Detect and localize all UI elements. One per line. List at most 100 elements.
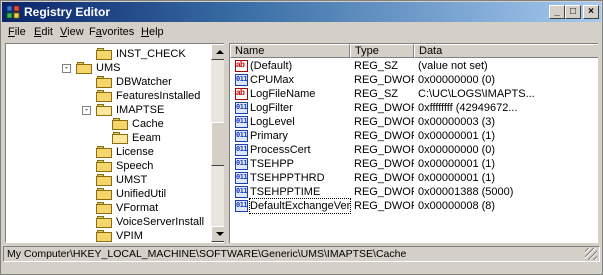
menu-bar: File Edit View Favorites Help — [2, 23, 601, 41]
table-row[interactable]: 011LogFilter REG_DWORD 0xffffffff (4294967… — [230, 101, 598, 115]
value-name: CPUMax — [250, 74, 295, 86]
menu-edit-rest: dit — [41, 26, 53, 38]
string-value-icon: ab — [235, 60, 248, 72]
value-type: REG_DWORD — [354, 130, 414, 142]
table-row[interactable]: 011TSEHPPTIME REG_DWORD 0x00001388 (5000) — [230, 185, 598, 199]
value-data: 0x00000008 (8) — [418, 200, 496, 212]
tree-node-label: FeaturesInstalled — [116, 90, 201, 102]
folder-icon — [96, 76, 112, 88]
scroll-up-button[interactable] — [211, 44, 224, 60]
table-row[interactable]: ab (Default) REG_SZ (value not set) — [230, 59, 598, 73]
menu-file-rest: ile — [14, 26, 26, 38]
folder-icon — [96, 188, 112, 200]
folder-icon — [96, 48, 112, 60]
tree-node-label: VoiceServerInstall — [116, 216, 205, 228]
value-type: REG_SZ — [354, 88, 399, 100]
title-bar[interactable]: Registry Editor _ □ × — [2, 2, 601, 22]
binary-value-icon: 011 — [235, 130, 248, 142]
arrow-up-icon — [216, 50, 224, 54]
value-type: REG_DWORD — [354, 74, 414, 86]
value-data: (value not set) — [418, 60, 488, 72]
tree-node-label: Eeam — [132, 132, 161, 144]
column-name[interactable]: Name — [230, 44, 350, 58]
tree-node-label: VPIM — [116, 230, 143, 242]
main-panes: INST_CHECK - UMS DBWatcher FeaturesInstalled… — [5, 43, 598, 243]
menu-view-rest: iew — [67, 26, 84, 38]
tree-node-label: VFormat — [116, 202, 159, 214]
column-type[interactable]: Type — [350, 44, 414, 58]
value-name: LogFileName — [250, 88, 316, 100]
status-path: My Computer\HKEY_LOCAL_MACHINE\SOFTWARE\… — [7, 248, 407, 260]
value-name: DefaultExchangeVersion — [249, 198, 351, 214]
value-data: 0x00000001 (1) — [418, 158, 496, 170]
table-row[interactable]: 011TSEHPPTHRD REG_DWORD 0x00000001 (1) — [230, 171, 598, 185]
value-name: TSEHPP — [250, 158, 295, 170]
folder-icon — [96, 90, 112, 102]
menu-help-rest: elp — [148, 26, 164, 38]
key-tree[interactable]: INST_CHECK - UMS DBWatcher FeaturesInstalled… — [5, 43, 224, 243]
binary-value-icon: 011 — [235, 200, 248, 212]
column-data[interactable]: Data — [414, 44, 598, 58]
menu-favorites[interactable]: Favorites — [89, 26, 134, 38]
binary-value-icon: 011 — [235, 158, 248, 170]
table-row[interactable]: 011CPUMax REG_DWORD 0x00000000 (0) — [230, 73, 598, 87]
resize-grip-icon[interactable] — [585, 248, 597, 260]
registry-editor-icon — [6, 5, 20, 19]
collapse-icon[interactable]: - — [62, 64, 71, 73]
scroll-thumb[interactable] — [211, 122, 224, 166]
binary-value-icon: 011 — [235, 74, 248, 86]
folder-icon — [96, 174, 112, 186]
tree-node-label: IMAPTSE — [116, 104, 165, 116]
folder-icon — [112, 132, 128, 144]
table-row[interactable]: 011Primary REG_DWORD 0x00000001 (1) — [230, 129, 598, 143]
menu-file-mnemonic: F — [8, 26, 15, 38]
values-list[interactable]: Name Type Data ab (Default) REG_SZ (value n… — [229, 43, 598, 243]
binary-value-icon: 011 — [235, 144, 248, 156]
menu-favorites-pre: F — [89, 26, 96, 38]
value-type: REG_DWORD — [354, 186, 414, 198]
status-bar: My Computer\HKEY_LOCAL_MACHINE\SOFTWARE\… — [3, 246, 600, 262]
maximize-button[interactable]: □ — [565, 5, 581, 19]
binary-value-icon: 011 — [235, 116, 248, 128]
menu-help[interactable]: Help — [141, 26, 164, 38]
table-row[interactable]: ab LogFileName REG_SZ C:\UC\LOGS\IMAPTS... — [230, 87, 598, 101]
folder-icon — [96, 160, 112, 172]
table-row[interactable]: 011TSEHPP REG_DWORD 0x00000001 (1) — [230, 157, 598, 171]
string-value-icon: ab — [235, 88, 248, 100]
value-data: 0x00000000 (0) — [418, 144, 496, 156]
binary-value-icon: 011 — [235, 172, 248, 184]
value-type: REG_SZ — [354, 60, 399, 72]
tree-node-label: Cache — [132, 118, 164, 130]
tree-node-label: License — [116, 146, 154, 158]
value-data: 0x00000001 (1) — [418, 130, 496, 142]
folder-icon — [96, 202, 112, 214]
value-type: REG_DWORD — [354, 200, 414, 212]
window-title: Registry Editor — [24, 5, 111, 19]
tree-scrollbar[interactable] — [211, 44, 224, 242]
table-row[interactable]: 011LogLevel REG_DWORD 0x00000003 (3) — [230, 115, 598, 129]
table-row[interactable]: 011ProcessCert REG_DWORD 0x00000000 (0) — [230, 143, 598, 157]
menu-edit[interactable]: Edit — [34, 26, 53, 38]
value-name: (Default) — [250, 60, 293, 72]
table-row[interactable]: 011DefaultExchangeVersionREG_DWORD 0x0000… — [230, 198, 598, 214]
collapse-icon[interactable]: - — [82, 106, 91, 115]
value-type: REG_DWORD — [354, 158, 414, 170]
menu-view[interactable]: View — [60, 26, 84, 38]
tree-node-label: UnifiedUtil — [116, 188, 167, 200]
tree-node-label: Speech — [116, 160, 154, 172]
menu-help-mnemonic: H — [141, 26, 149, 38]
registry-editor-window: Registry Editor _ □ × File Edit View Fav… — [0, 0, 603, 275]
tree-node-label: UMST — [116, 174, 148, 186]
tree-node-label: UMS — [96, 62, 121, 74]
value-name: TSEHPPTIME — [250, 186, 321, 198]
value-data: 0xffffffff (42949672... — [418, 102, 518, 114]
menu-file[interactable]: File — [8, 26, 26, 38]
list-header: Name Type Data — [230, 44, 598, 58]
minimize-button[interactable]: _ — [549, 5, 565, 19]
binary-value-icon: 011 — [235, 186, 248, 198]
close-button[interactable]: × — [583, 5, 599, 19]
folder-icon — [96, 146, 112, 158]
value-name: LogLevel — [250, 116, 295, 128]
scroll-down-button[interactable] — [211, 226, 224, 242]
folder-icon — [76, 62, 92, 74]
